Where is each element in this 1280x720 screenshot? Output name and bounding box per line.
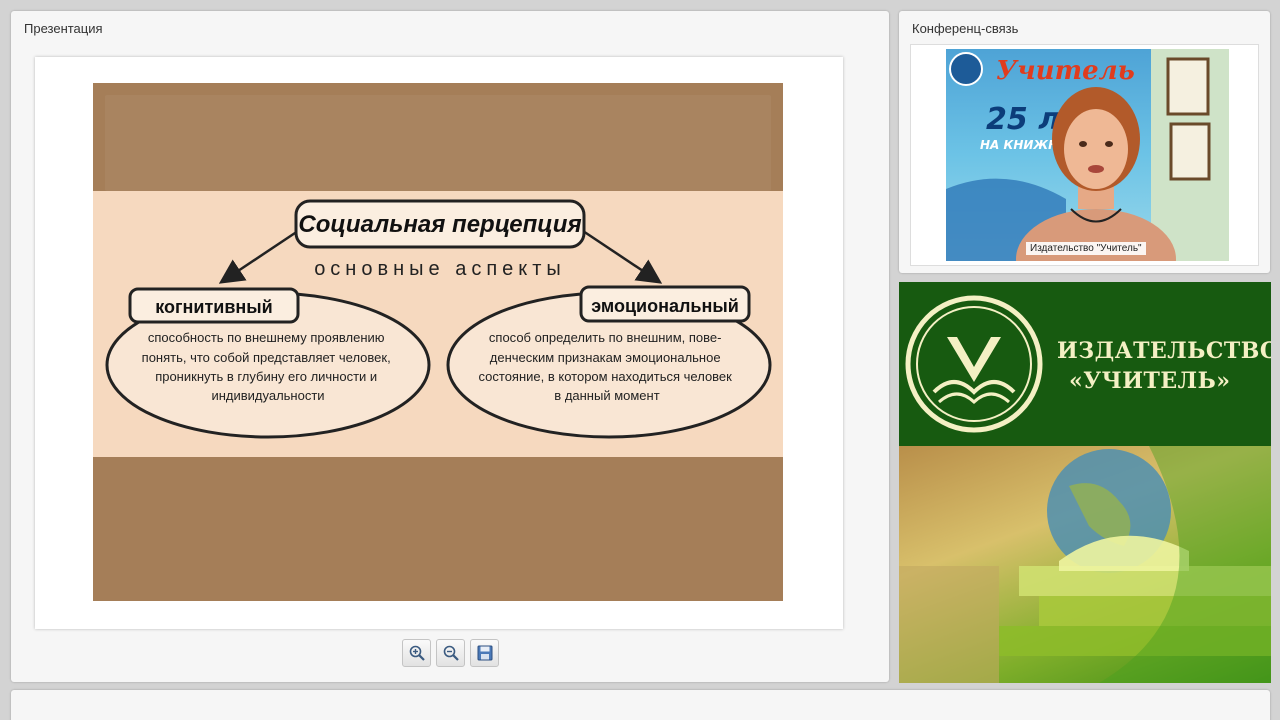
slide-diagram: Социальная перцепция основные аспекты ко… — [105, 199, 772, 439]
bottom-panel — [11, 690, 1270, 720]
left-line-4: индивидуальности — [211, 388, 324, 403]
save-icon — [477, 645, 492, 661]
books-globe-image — [899, 446, 1271, 683]
presentation-toolbar — [402, 639, 499, 667]
slide: Социальная перцепция основные аспекты ко… — [93, 83, 783, 601]
left-arrow — [218, 229, 299, 284]
slide-frame: Социальная перцепция основные аспекты ко… — [35, 57, 843, 629]
publisher-logo — [905, 295, 1043, 433]
right-label: эмоциональный — [591, 296, 739, 316]
publisher-promo: ИЗДАТЕЛЬСТВО «УЧИТЕЛЬ» — [899, 282, 1271, 683]
left-line-2: понять, что собой представляет человек, — [142, 350, 391, 365]
presentation-title: Презентация — [24, 21, 103, 36]
banner-text-2: 25 л — [986, 102, 1060, 137]
video-feed[interactable]: Учитель 25 л НА КНИЖН Издательство "Учит… — [946, 49, 1229, 261]
zoom-in-icon — [409, 645, 425, 661]
save-button[interactable] — [470, 639, 499, 667]
left-label: когнитивный — [155, 297, 272, 317]
conference-title: Конференц-связь — [912, 21, 1019, 36]
zoom-out-icon — [443, 645, 459, 661]
promo-line-1: ИЗДАТЕЛЬСТВО — [1057, 338, 1271, 364]
right-line-1: способ определить по внешним, пове- — [489, 330, 722, 345]
right-line-3: состояние, в котором находиться человек — [479, 369, 733, 384]
banner-text-1: Учитель — [996, 56, 1135, 86]
presentation-panel: Презентация Социальная перцепция основны… — [11, 11, 889, 682]
slide-subheading: основные аспекты — [314, 258, 566, 280]
promo-line-2: «УЧИТЕЛЬ» — [1069, 368, 1231, 394]
right-arrow — [582, 229, 663, 284]
zoom-in-button[interactable] — [402, 639, 431, 667]
video-caption: Издательство "Учитель" — [1026, 242, 1146, 255]
banner-text-3: НА КНИЖН — [980, 138, 1058, 152]
slide-heading: Социальная перцепция — [298, 211, 581, 238]
right-line-4: в данный момент — [554, 388, 659, 403]
left-line-3: проникнуть в глубину его личности и — [155, 369, 377, 384]
video-frame: Учитель 25 л НА КНИЖН Издательство "Учит… — [910, 44, 1259, 266]
video-scene: Учитель 25 л НА КНИЖН — [946, 49, 1229, 261]
right-line-2: денческим признакам эмоциональное — [490, 350, 721, 365]
promo-banner: ИЗДАТЕЛЬСТВО «УЧИТЕЛЬ» — [899, 282, 1271, 446]
conference-panel: Конференц-связь Учитель 25 л НА КНИЖН Из… — [899, 11, 1270, 273]
promo-photo — [899, 446, 1271, 683]
zoom-out-button[interactable] — [436, 639, 465, 667]
left-line-1: способность по внешнему проявлению — [148, 330, 385, 345]
